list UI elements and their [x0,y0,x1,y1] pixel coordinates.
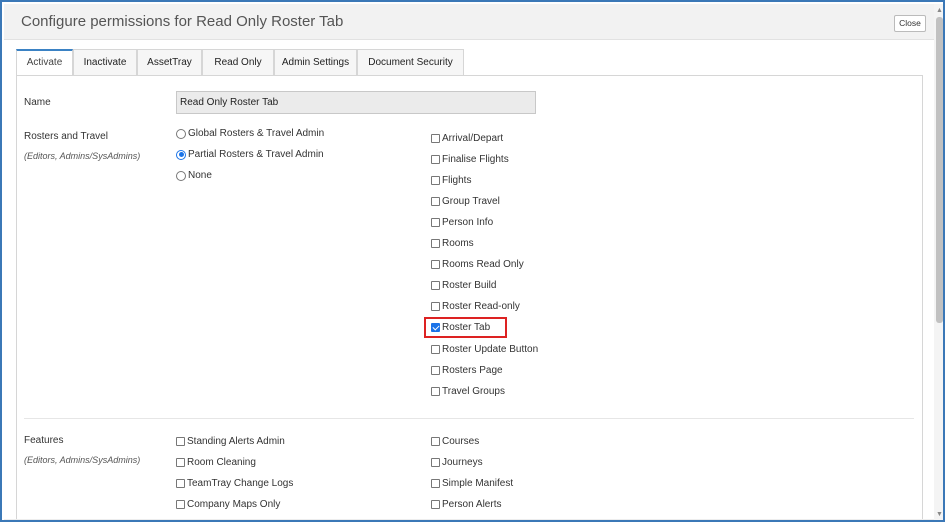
checkbox-finalise-flights[interactable]: Finalise Flights [431,154,509,165]
checkbox-travel-groups[interactable]: Travel Groups [431,386,505,397]
checkbox-label: Person Info [442,217,494,228]
checkbox-icon[interactable] [431,155,440,164]
checkbox-label: Courses [442,436,480,447]
radio-partial-rosters[interactable]: Partial Rosters & Travel Admin [176,149,324,160]
checkbox-teamtray-change-logs[interactable]: TeamTray Change Logs [176,478,293,489]
checkbox-arrival-depart[interactable]: Arrival/Depart [431,133,503,144]
checkbox-rosters-page[interactable]: Rosters Page [431,365,503,376]
checkbox-icon[interactable] [431,366,440,375]
checkbox-rooms-read-only[interactable]: Rooms Read Only [431,259,524,270]
checkbox-person-info[interactable]: Person Info [431,217,493,228]
radio-icon[interactable] [176,128,186,139]
checkbox-icon[interactable] [431,260,440,269]
checkbox-label: Rooms Read Only [442,259,524,270]
checkbox-room-cleaning[interactable]: Room Cleaning [176,457,256,468]
tab-admin-settings[interactable]: Admin Settings [274,49,357,76]
checkbox-icon[interactable] [431,302,440,311]
checkbox-roster-update-button[interactable]: Roster Update Button [431,344,538,355]
checkbox-icon[interactable] [176,479,185,488]
checkbox-label: Rooms [442,238,474,249]
dialog-frame: Configure permissions for Read Only Rost… [0,0,945,522]
checkbox-icon[interactable] [431,479,440,488]
checkbox-label: Simple Manifest [442,478,514,489]
name-field[interactable]: Read Only Roster Tab [176,91,536,114]
checkbox-label: TeamTray Change Logs [187,478,294,489]
checkbox-label: Company Maps Only [187,499,281,510]
checkbox-icon[interactable] [431,387,440,396]
checkbox-icon[interactable] [431,500,440,509]
checkbox-group-travel[interactable]: Group Travel [431,196,500,207]
checkbox-label: Group Travel [442,196,500,207]
checkbox-roster-build[interactable]: Roster Build [431,280,496,291]
checkbox-journeys[interactable]: Journeys [431,457,483,468]
checkbox-icon[interactable] [431,458,440,467]
checkbox-icon[interactable] [431,437,440,446]
name-label: Name [24,97,51,108]
checkbox-icon[interactable] [176,437,185,446]
checkbox-label: Rosters Page [442,365,503,376]
section-divider [24,418,914,419]
checkbox-roster-read-only[interactable]: Roster Read-only [431,301,520,312]
tab-activate[interactable]: Activate [16,49,73,77]
scroll-up-arrow-icon[interactable]: ▲ [934,7,943,15]
checkbox-icon[interactable] [431,239,440,248]
tab-inactivate[interactable]: Inactivate [73,49,137,76]
dialog-header: Configure permissions for Read Only Rost… [4,4,934,40]
checkbox-label: Arrival/Depart [442,133,504,144]
checkbox-icon[interactable] [431,218,440,227]
checkbox-label: Person Alerts [442,499,502,510]
roster-tab-highlight-box [424,317,507,338]
checkbox-person-alerts[interactable]: Person Alerts [431,499,501,510]
radio-none[interactable]: None [176,170,212,181]
checkbox-label: Roster Update Button [442,344,539,355]
checkbox-flights[interactable]: Flights [431,175,471,186]
checkbox-icon[interactable] [431,345,440,354]
checkbox-label: Roster Build [442,280,497,291]
checkbox-courses[interactable]: Courses [431,436,479,447]
features-section-sublabel: (Editors, Admins/SysAdmins) [24,455,141,465]
radio-icon[interactable] [176,149,186,160]
scroll-down-arrow-icon[interactable]: ▼ [934,511,943,519]
dialog-title: Configure permissions for Read Only Rost… [21,13,344,30]
checkbox-icon[interactable] [431,176,440,185]
radio-label: Partial Rosters & Travel Admin [188,149,324,160]
tab-read-only[interactable]: Read Only [202,49,274,76]
radio-icon[interactable] [176,170,186,181]
checkbox-label: Flights [442,175,472,186]
close-button[interactable]: Close [894,15,926,32]
radio-label: Global Rosters & Travel Admin [188,128,325,139]
checkbox-label: Finalise Flights [442,154,509,165]
tab-document-security[interactable]: Document Security [357,49,464,76]
checkbox-label: Journeys [442,457,483,468]
scroll-thumb[interactable] [936,17,943,323]
checkbox-label: Roster Read-only [442,301,520,312]
checkbox-simple-manifest[interactable]: Simple Manifest [431,478,513,489]
radio-global-rosters[interactable]: Global Rosters & Travel Admin [176,128,324,139]
checkbox-icon[interactable] [431,197,440,206]
radio-label: None [188,170,212,181]
checkbox-label: Room Cleaning [187,457,256,468]
rosters-section-label: Rosters and Travel [24,131,108,142]
tab-assettray[interactable]: AssetTray [137,49,202,76]
checkbox-icon[interactable] [176,458,185,467]
vertical-scrollbar[interactable]: ▲ ▼ [934,4,943,520]
checkbox-label: Standing Alerts Admin [187,436,285,447]
checkbox-standing-alerts-admin[interactable]: Standing Alerts Admin [176,436,285,447]
features-section-label: Features [24,435,64,446]
rosters-section-sublabel: (Editors, Admins/SysAdmins) [24,151,141,161]
checkbox-company-maps-only[interactable]: Company Maps Only [176,499,280,510]
checkbox-icon[interactable] [431,134,440,143]
checkbox-rooms[interactable]: Rooms [431,238,474,249]
checkbox-icon[interactable] [176,500,185,509]
checkbox-icon[interactable] [431,281,440,290]
checkbox-label: Travel Groups [442,386,505,397]
